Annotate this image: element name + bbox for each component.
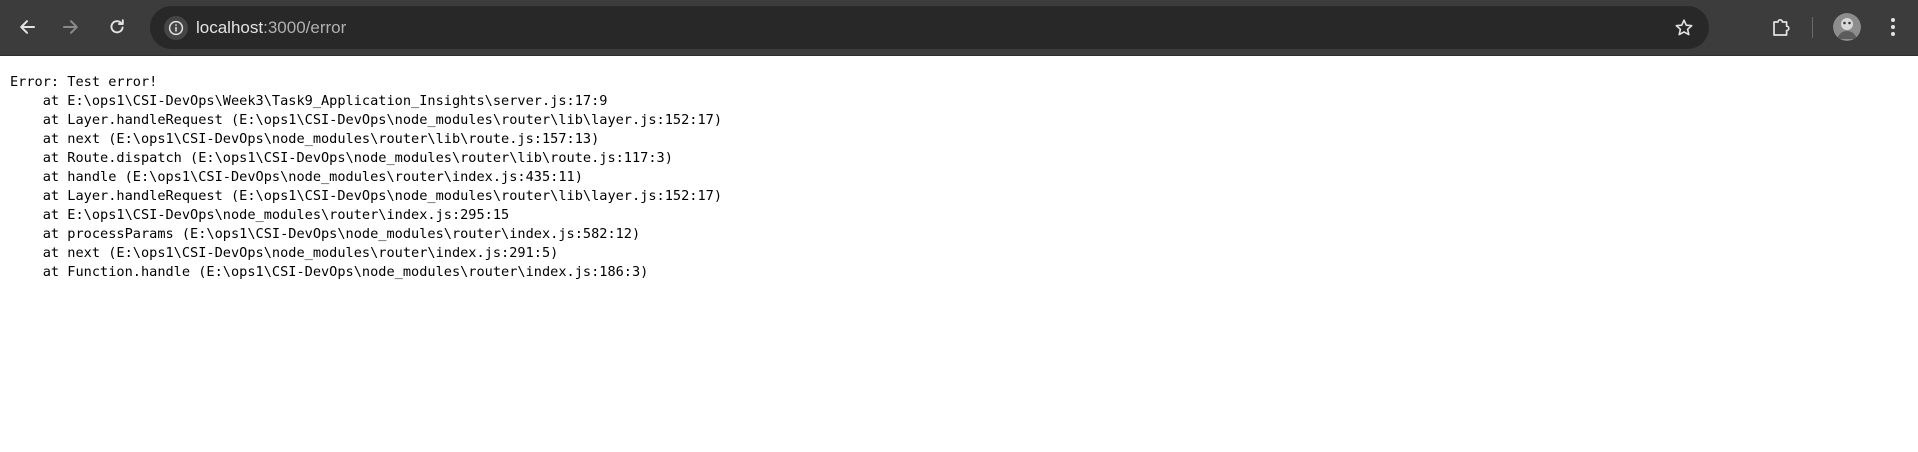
arrow-left-icon	[20, 20, 35, 34]
forward-button[interactable]	[52, 8, 90, 46]
back-button[interactable]	[8, 8, 46, 46]
reload-icon	[110, 19, 124, 34]
stack-frame: at E:\ops1\CSI-DevOps\Week3\Task9_Applic…	[10, 93, 608, 109]
error-message: Error: Test error!	[10, 74, 158, 90]
bookmark-button[interactable]	[1671, 15, 1697, 41]
puzzle-icon	[1773, 18, 1790, 36]
url-host: localhost	[196, 18, 264, 37]
menu-button[interactable]	[1874, 8, 1912, 46]
address-bar[interactable]: localhost:3000/error	[150, 6, 1709, 49]
stack-frame: at E:\ops1\CSI-DevOps\node_modules\route…	[10, 207, 510, 223]
stack-frame: at Layer.handleRequest (E:\ops1\CSI-DevO…	[10, 112, 723, 128]
arrow-right-icon	[63, 20, 78, 34]
reload-button[interactable]	[98, 8, 136, 46]
profile-avatar[interactable]	[1833, 13, 1861, 41]
info-icon	[168, 20, 184, 36]
stack-frame: at next (E:\ops1\CSI-DevOps\node_modules…	[10, 131, 600, 147]
stack-frame: at processParams (E:\ops1\CSI-DevOps\nod…	[10, 226, 641, 242]
avatar	[1833, 13, 1861, 41]
url-text[interactable]: localhost:3000/error	[196, 6, 346, 49]
page-content: Error: Test error! at E:\ops1\CSI-DevOps…	[0, 56, 1918, 452]
error-stack-trace: Error: Test error! at E:\ops1\CSI-DevOps…	[10, 73, 722, 282]
stack-frame: at Route.dispatch (E:\ops1\CSI-DevOps\no…	[10, 150, 673, 166]
extensions-button[interactable]	[1762, 8, 1800, 46]
stack-frame: at next (E:\ops1\CSI-DevOps\node_modules…	[10, 245, 559, 261]
url-path: :3000/error	[263, 18, 347, 37]
star-icon	[1675, 19, 1693, 36]
toolbar-divider	[1812, 17, 1813, 38]
kebab-menu-icon	[1891, 18, 1895, 36]
stack-frame: at Layer.handleRequest (E:\ops1\CSI-DevO…	[10, 188, 723, 204]
browser-toolbar: localhost:3000/error	[0, 0, 1918, 56]
site-info-button[interactable]	[164, 16, 188, 40]
stack-frame: at Function.handle (E:\ops1\CSI-DevOps\n…	[10, 264, 649, 280]
stack-frame: at handle (E:\ops1\CSI-DevOps\node_modul…	[10, 169, 583, 185]
